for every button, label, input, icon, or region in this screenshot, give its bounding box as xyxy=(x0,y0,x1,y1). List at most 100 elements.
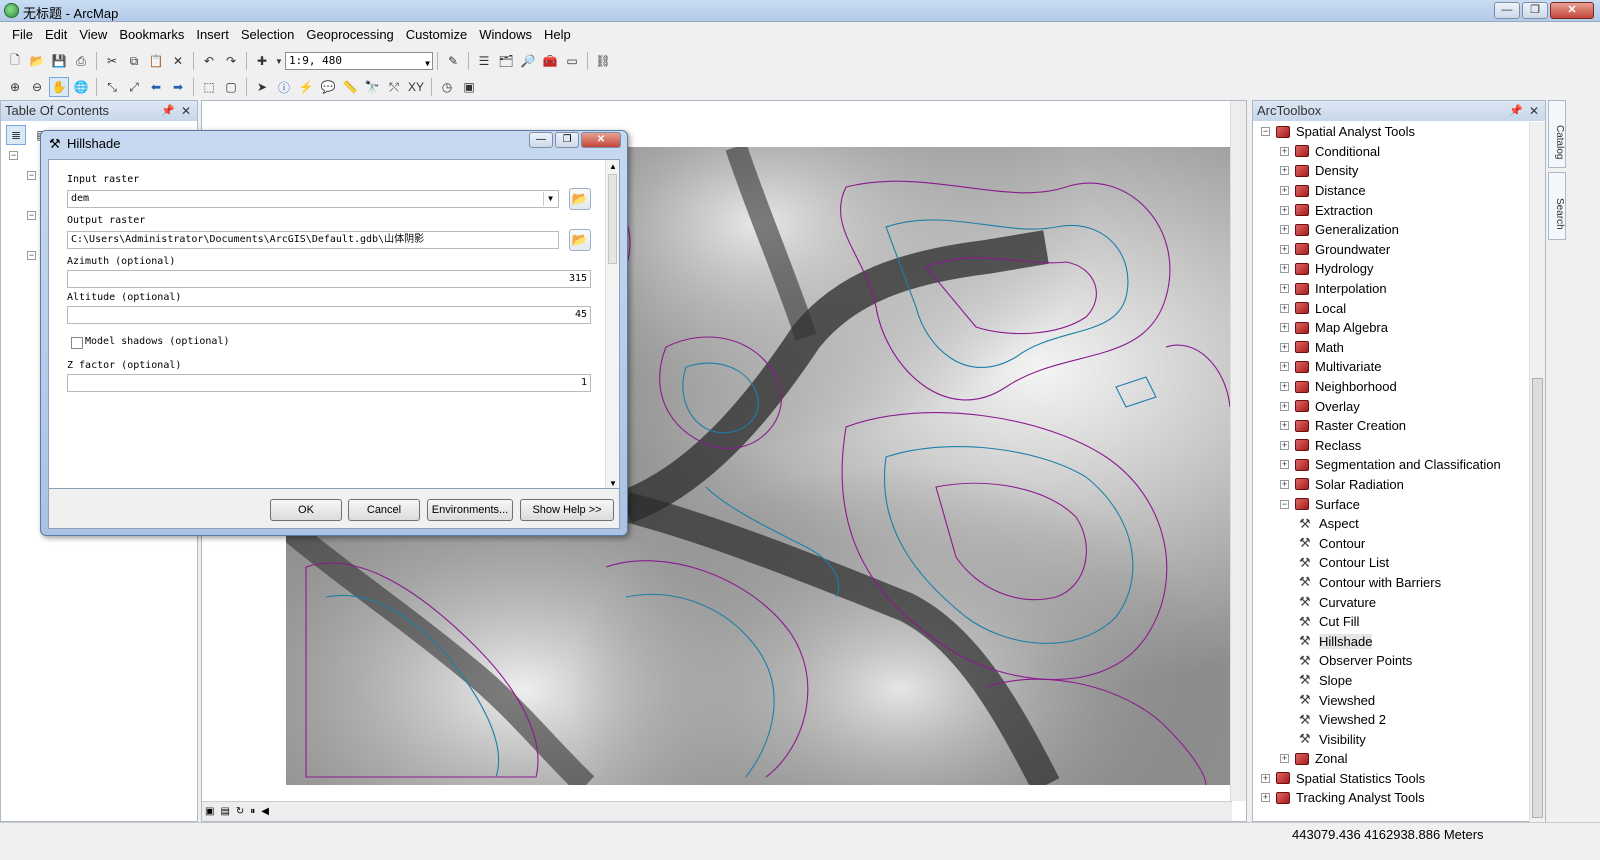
toolbox-item[interactable]: + Tracking Analyst Tools xyxy=(1253,788,1529,808)
azimuth-field[interactable]: 315 xyxy=(67,270,591,288)
tool-item[interactable]: ⚒ Aspect xyxy=(1253,514,1529,534)
menu-view[interactable]: View xyxy=(73,27,113,42)
pause-drawing-icon[interactable]: ⏸ xyxy=(250,806,255,817)
arctoolbox-close-icon[interactable]: ✕ xyxy=(1529,101,1539,121)
map-horizontal-scrollbar[interactable]: ▣ ▤ ↻ ⏸ ◀ xyxy=(202,801,1232,821)
toolset-item[interactable]: + Segmentation and Classification xyxy=(1253,455,1529,475)
expand-icon[interactable]: + xyxy=(1280,362,1289,372)
pin-icon[interactable]: 📌 xyxy=(161,101,175,121)
expand-icon[interactable]: + xyxy=(1280,323,1289,333)
select-features-icon[interactable]: ⬚ xyxy=(199,77,219,97)
toolset-item[interactable]: + Map Algebra xyxy=(1253,318,1529,338)
expand-icon[interactable]: + xyxy=(1280,225,1289,235)
input-raster-combobox[interactable]: dem ▼ xyxy=(67,190,559,208)
fixed-zoom-in-icon[interactable]: ⤡ xyxy=(102,77,122,97)
expand-icon[interactable]: + xyxy=(1280,754,1289,764)
scale-dropdown-icon[interactable]: ▼ xyxy=(425,56,430,72)
list-by-drawing-order-icon[interactable]: ≣ xyxy=(6,125,26,145)
show-help-button[interactable]: Show Help >> xyxy=(520,499,614,521)
forward-arrow-icon[interactable]: ➡ xyxy=(168,77,188,97)
table-of-contents-icon[interactable]: ☰ xyxy=(474,51,494,71)
menu-bookmarks[interactable]: Bookmarks xyxy=(113,27,190,42)
menu-windows[interactable]: Windows xyxy=(473,27,538,42)
delete-icon[interactable]: ✕ xyxy=(168,51,188,71)
add-data-icon[interactable]: ✚ xyxy=(252,51,272,71)
search-window-icon[interactable]: 🔎 xyxy=(518,51,538,71)
toolset-item[interactable]: − Surface xyxy=(1253,494,1529,514)
find-binoculars-icon[interactable]: 🔭 xyxy=(362,77,382,97)
expand-icon[interactable]: + xyxy=(1280,440,1289,450)
clear-selection-icon[interactable]: ▢ xyxy=(221,77,241,97)
select-elements-arrow-icon[interactable]: ➤ xyxy=(252,77,272,97)
hyperlink-icon[interactable]: ⚡ xyxy=(296,77,316,97)
toolbox-vertical-scrollbar[interactable] xyxy=(1529,122,1545,822)
expand-icon[interactable]: + xyxy=(1280,382,1289,392)
search-tab[interactable]: Search xyxy=(1548,172,1566,240)
redo-icon[interactable]: ↷ xyxy=(221,51,241,71)
model-shadows-checkbox[interactable] xyxy=(71,337,83,349)
menu-selection[interactable]: Selection xyxy=(235,27,300,42)
paste-icon[interactable]: 📋 xyxy=(146,51,166,71)
toc-close-icon[interactable]: ✕ xyxy=(181,101,191,121)
output-raster-field[interactable]: C:\Users\Administrator\Documents\ArcGIS\… xyxy=(67,231,559,249)
expand-icon[interactable]: + xyxy=(1261,773,1270,783)
toolset-item[interactable]: + Raster Creation xyxy=(1253,416,1529,436)
tool-item[interactable]: ⚒ Visibility xyxy=(1253,729,1529,749)
measure-icon[interactable]: 📏 xyxy=(340,77,360,97)
minimize-button[interactable]: — xyxy=(1494,2,1520,19)
html-popup-icon[interactable]: 💬 xyxy=(318,77,338,97)
output-raster-browse-folder-icon[interactable]: 📂 xyxy=(569,229,591,251)
scroll-down-icon[interactable]: ▼ xyxy=(606,479,619,488)
pin-icon[interactable]: 📌 xyxy=(1509,101,1523,121)
tool-item[interactable]: ⚒ Viewshed xyxy=(1253,690,1529,710)
expand-icon[interactable]: + xyxy=(1280,284,1289,294)
full-extent-globe-icon[interactable]: 🌐 xyxy=(71,77,91,97)
toolset-item[interactable]: + Generalization xyxy=(1253,220,1529,240)
tool-item[interactable]: ⚒ Viewshed 2 xyxy=(1253,710,1529,730)
toolset-item[interactable]: + Groundwater xyxy=(1253,240,1529,260)
menu-help[interactable]: Help xyxy=(538,27,577,42)
expand-icon[interactable]: + xyxy=(1280,205,1289,215)
catalog-window-icon[interactable]: 🗂 xyxy=(496,51,516,71)
toolset-item[interactable]: + Hydrology xyxy=(1253,259,1529,279)
tool-item[interactable]: ⚒ Contour List xyxy=(1253,553,1529,573)
find-route-icon[interactable]: ⤲ xyxy=(384,77,404,97)
go-to-xy-icon[interactable]: XY xyxy=(406,77,426,97)
menu-customize[interactable]: Customize xyxy=(400,27,473,42)
toolset-item[interactable]: + Overlay xyxy=(1253,396,1529,416)
toolset-item[interactable]: + Reclass xyxy=(1253,436,1529,456)
editor-toolbar-icon[interactable]: ✎ xyxy=(443,51,463,71)
expand-icon[interactable]: + xyxy=(1280,303,1289,313)
new-document-icon[interactable]: 🗋 xyxy=(5,51,25,71)
tool-item[interactable]: ⚒ Hillshade xyxy=(1253,631,1529,651)
model-builder-icon[interactable]: ⛓ xyxy=(593,51,613,71)
dialog-maximize-button[interactable]: ❐ xyxy=(555,132,579,148)
dialog-close-button[interactable]: ✕ xyxy=(581,132,621,148)
collapse-icon[interactable]: − xyxy=(1280,499,1289,509)
toolset-item[interactable]: + Density xyxy=(1253,161,1529,181)
toolset-item[interactable]: + Math xyxy=(1253,338,1529,358)
dialog-vertical-scrollbar[interactable]: ▲ ▼ xyxy=(605,160,619,488)
altitude-field[interactable]: 45 xyxy=(67,306,591,324)
toolset-item[interactable]: + Interpolation xyxy=(1253,279,1529,299)
input-raster-dropdown-icon[interactable]: ▼ xyxy=(543,192,557,206)
expand-icon[interactable]: + xyxy=(1280,264,1289,274)
ok-button[interactable]: OK xyxy=(270,499,342,521)
save-icon[interactable]: 💾 xyxy=(49,51,69,71)
expand-icon[interactable]: + xyxy=(1280,421,1289,431)
pan-hand-icon[interactable]: ✋ xyxy=(49,77,69,97)
map-vertical-scrollbar[interactable] xyxy=(1230,101,1246,801)
toolset-item[interactable]: + Distance xyxy=(1253,181,1529,201)
close-button[interactable]: ✕ xyxy=(1550,2,1594,19)
tool-item[interactable]: ⚒ Observer Points xyxy=(1253,651,1529,671)
toolset-item[interactable]: + Extraction xyxy=(1253,200,1529,220)
tool-item[interactable]: ⚒ Slope xyxy=(1253,671,1529,691)
python-window-icon[interactable]: ▭ xyxy=(562,51,582,71)
back-arrow-icon[interactable]: ⬅ xyxy=(146,77,166,97)
z-factor-field[interactable]: 1 xyxy=(67,374,591,392)
expand-icon[interactable]: + xyxy=(1280,244,1289,254)
expand-icon[interactable]: + xyxy=(1280,166,1289,176)
maximize-button[interactable]: ❐ xyxy=(1522,2,1548,19)
environments-button[interactable]: Environments... xyxy=(427,499,513,521)
zoom-in-icon[interactable]: ⊕ xyxy=(5,77,25,97)
